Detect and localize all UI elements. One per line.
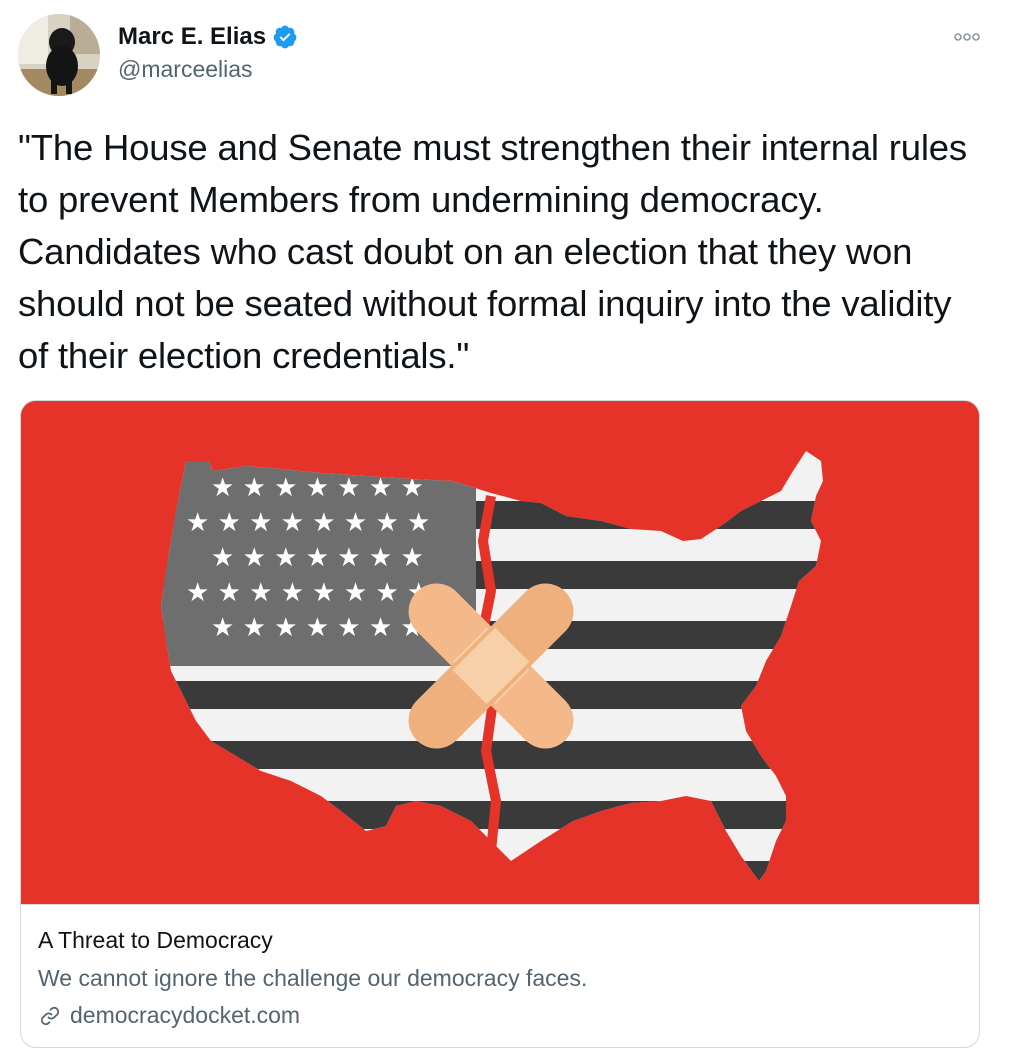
avatar[interactable] <box>18 14 100 96</box>
card-link[interactable]: democracydocket.com <box>38 1002 300 1029</box>
verified-badge-icon <box>272 24 298 50</box>
tweet-text: "The House and Senate must strengthen th… <box>18 127 977 376</box>
avatar-photo <box>18 14 100 96</box>
svg-text:★ ★ ★ ★ ★ ★ ★: ★ ★ ★ ★ ★ ★ ★ <box>211 613 424 643</box>
card-domain[interactable]: democracydocket.com <box>70 1002 300 1029</box>
svg-text:★ ★ ★ ★ ★ ★ ★ ★: ★ ★ ★ ★ ★ ★ ★ ★ <box>186 578 430 608</box>
card-description: We cannot ignore the challenge our democ… <box>38 965 588 991</box>
card-image[interactable]: ★ ★ ★ ★ ★ ★ ★ ★ ★ ★ ★ ★ ★ ★ ★ ★ ★ ★ ★ ★ … <box>21 401 979 904</box>
link-icon <box>38 1004 62 1028</box>
author-handle[interactable]: @marceelias <box>118 56 298 83</box>
patched-us-flag-map-image: ★ ★ ★ ★ ★ ★ ★ ★ ★ ★ ★ ★ ★ ★ ★ ★ ★ ★ ★ ★ … <box>21 401 979 904</box>
svg-text:★ ★ ★ ★ ★ ★ ★ ★: ★ ★ ★ ★ ★ ★ ★ ★ <box>186 508 430 538</box>
more-options-icon[interactable] <box>954 30 980 42</box>
card-title[interactable]: A Threat to Democracy <box>38 927 273 954</box>
link-preview-card[interactable]: ★ ★ ★ ★ ★ ★ ★ ★ ★ ★ ★ ★ ★ ★ ★ ★ ★ ★ ★ ★ … <box>20 400 980 1048</box>
author-info: Marc E. Elias @marceelias <box>118 20 298 83</box>
card-meta[interactable]: A Threat to Democracy We cannot ignore t… <box>21 904 979 1047</box>
author-name[interactable]: Marc E. Elias <box>118 23 266 51</box>
svg-text:★ ★ ★ ★ ★ ★ ★: ★ ★ ★ ★ ★ ★ ★ <box>211 543 424 573</box>
